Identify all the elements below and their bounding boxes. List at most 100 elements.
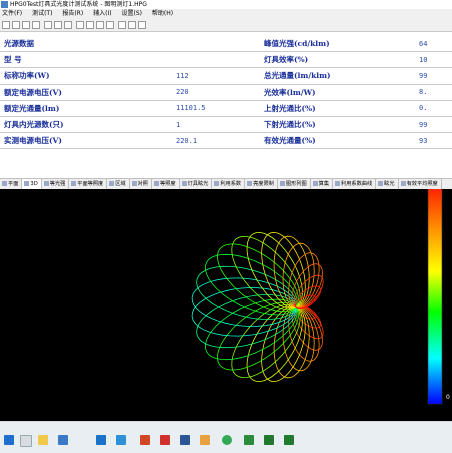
row-value: 0. [415,100,452,117]
row-value [172,51,260,69]
row-value: 220.1 [172,132,260,150]
zoom-icon[interactable] [118,21,126,29]
tab-label: 灯具眩光 [187,181,209,187]
tab-iso-intensity[interactable]: 等光强 [42,179,70,189]
tab-isolux[interactable]: 等照度 [152,179,180,189]
copy-icon[interactable] [54,21,62,29]
row-label: 有效光通量(%) [260,132,415,150]
tab-utilization[interactable]: 利用系数 [212,179,246,189]
color-scale-min-label: 0 [446,394,450,401]
3d-light-distribution-view[interactable]: 1 0 [0,189,452,421]
tab-label: 亮度限制 [253,181,274,187]
tab-glare[interactable]: 眩光 [376,179,399,189]
intensity-mesh [191,231,324,383]
tab-chart-list[interactable]: 图形列图 [278,179,311,189]
tab-label: 眩光 [384,181,395,187]
tab-plane-isolux[interactable]: 平面等照度 [69,179,108,189]
powerpoint-icon[interactable] [140,435,150,445]
row-value: 10 [415,51,452,69]
measure-icon[interactable] [76,21,84,29]
tab-luminance-limit[interactable]: 亮度限制 [245,179,278,189]
row-label: 额定光通量(lm) [0,100,172,117]
email-icon[interactable] [96,435,106,445]
tab-icon [154,181,159,186]
chrome-icon[interactable] [222,435,232,445]
tab-effective-illuminance[interactable]: 有效平均照度 [399,179,442,189]
tab-label: 平面 [8,181,19,187]
window-title: HPG0Test灯具式光度计测试系统 - 图明测灯1.HPG [10,1,147,8]
table-row: 额定电源电压(V) 220 光效率(lm/W) 8. [0,84,452,101]
row-value: 1 [172,116,260,134]
tab-calc[interactable]: 算集 [311,179,334,189]
row-label: 峰值光强(cd/klm) [260,36,415,53]
menu-file[interactable]: 文件(F) [2,10,22,17]
tab-label: 利用系数曲线 [341,181,373,187]
hp-app-2-icon[interactable] [284,435,294,445]
print-icon[interactable] [32,21,40,29]
tab-icon [131,181,137,186]
tab-label: 区域 [115,181,126,187]
tab-icon [109,181,115,186]
menu-test[interactable]: 测试(T) [32,10,52,17]
file-explorer-icon[interactable] [38,435,48,445]
folder-icon[interactable] [200,435,210,445]
network-icon[interactable] [116,435,126,445]
save-icon[interactable] [22,21,30,29]
menu-settings[interactable]: 设置(S) [122,10,143,17]
open-file-icon[interactable] [12,21,20,29]
tab-label: 算集 [318,181,330,187]
tab-icon [2,181,7,186]
tab-icon [24,181,30,186]
help-icon[interactable] [138,21,146,29]
3d-light-distribution-plot [191,189,443,405]
row-label: 灯具内光源数(只) [0,116,172,134]
cut-icon[interactable] [44,21,52,29]
row-label: 上射光通比(%) [260,100,415,117]
tab-icon [312,181,318,186]
tab-label: 平面等照度 [77,181,104,187]
settings-icon[interactable] [86,21,94,29]
search-icon[interactable] [20,435,32,447]
row-label: 标称功率(W) [0,67,172,85]
tab-label: 利用系数 [220,181,242,187]
tab-icon [43,181,49,186]
row-value: 93 [415,132,452,150]
row-label: 光效率(lm/W) [260,84,415,101]
pdf-icon[interactable] [160,435,170,445]
tab-zone[interactable]: 区域 [107,179,130,189]
table-row: 实测电源电压(V) 220.1 有效光通量(%) 93 [0,132,452,150]
row-value [172,36,260,53]
tab-utilization-curve[interactable]: 利用系数曲线 [333,179,377,189]
app-icon [1,1,8,8]
row-value: 99 [415,116,452,134]
toolbar [0,19,452,32]
color-scale-bar [427,189,443,405]
menu-report[interactable]: 报告(R) [62,10,83,17]
new-file-icon[interactable] [2,21,10,29]
tab-icon [181,181,187,186]
app-icon[interactable] [244,435,254,445]
menu-help[interactable]: 帮助(H) [152,10,173,17]
app-icon[interactable] [58,435,68,445]
word-icon[interactable] [180,435,190,445]
paste-icon[interactable] [64,21,72,29]
hp-app-icon[interactable] [264,435,274,445]
tab-icon [71,181,77,186]
image-icon[interactable] [128,21,136,29]
windows-start-icon[interactable] [4,435,14,445]
tab-icon [279,181,285,186]
report-icon[interactable] [106,21,114,29]
row-label: 额定电源电压(V) [0,84,172,101]
tab-plane[interactable]: 平面 [0,179,23,189]
tab-icon [378,181,384,186]
table-row: 标称功率(W) 112 总光通量(lm/klm) 99 [0,67,452,85]
row-value: 112 [172,67,260,85]
tab-luminaire-glare[interactable]: 灯具眩光 [180,179,213,189]
tab-compare[interactable]: 对照 [130,179,152,189]
tab-label: 等光强 [49,181,66,187]
chart-icon[interactable] [96,21,104,29]
table-row: 灯具内光源数(只) 1 下射光通比(%) 99 [0,116,452,134]
menu-input[interactable]: 辅入(I) [93,10,111,17]
tab-3d[interactable]: 3D [22,179,42,189]
tab-icon [214,181,220,186]
